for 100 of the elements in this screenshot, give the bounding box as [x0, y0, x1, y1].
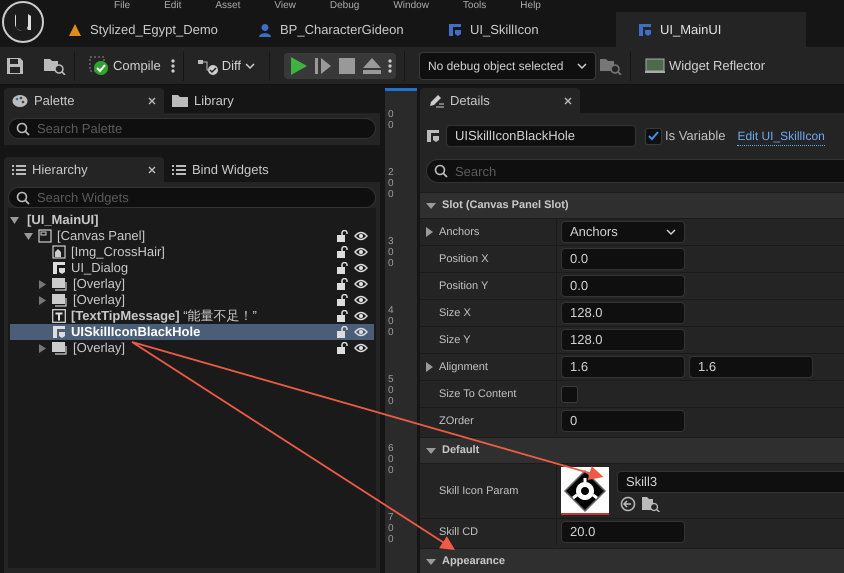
save-icon[interactable]	[6, 56, 24, 74]
menu-item[interactable]: Edit	[164, 0, 182, 12]
property-label: Skill CD	[439, 524, 478, 540]
property-label: Alignment	[439, 360, 488, 375]
widget-icon	[448, 22, 462, 36]
number-field[interactable]: 128.0	[561, 329, 685, 351]
property-label: Size Y	[439, 332, 471, 348]
number-field[interactable]: 1.6	[561, 356, 685, 378]
lock-icon[interactable]	[337, 230, 348, 242]
tree-row[interactable]: [Canvas Panel]	[10, 228, 374, 244]
document-tab[interactable]: UI_SkillIcon	[426, 12, 616, 47]
close-icon[interactable]	[148, 166, 156, 174]
overlay-icon	[52, 342, 68, 354]
folder-search-icon[interactable]	[642, 496, 660, 512]
diff-button[interactable]: Diff	[192, 52, 261, 80]
lock-icon[interactable]	[337, 246, 348, 258]
menu-item[interactable]: Help	[520, 0, 541, 12]
eye-icon[interactable]	[354, 247, 368, 257]
tree-row[interactable]: [Img_CrossHair]	[10, 244, 374, 260]
widget-reflector-button[interactable]: Widget Reflector	[638, 52, 772, 80]
folder-search-icon[interactable]	[44, 56, 66, 74]
more-icon[interactable]	[388, 58, 392, 72]
number-field[interactable]: 128.0	[561, 302, 685, 324]
list-icon	[172, 164, 186, 176]
property-label: Position X	[439, 252, 489, 267]
panel-tab[interactable]: Palette	[4, 88, 164, 113]
panel-tab[interactable]: Hierarchy	[4, 157, 164, 182]
text-icon	[52, 309, 66, 323]
eye-icon[interactable]	[354, 295, 368, 305]
lock-icon[interactable]	[337, 310, 348, 322]
collapsed-arrow-icon[interactable]	[38, 344, 47, 352]
ruler-label: 700	[388, 512, 395, 545]
widget-icon	[52, 261, 66, 275]
more-icon[interactable]	[170, 58, 175, 72]
tree-row[interactable]: [Overlay]	[10, 340, 374, 356]
size-to-content-checkbox[interactable]	[561, 386, 578, 402]
pencil-icon	[428, 94, 444, 108]
caret-icon	[576, 62, 587, 70]
panel-tab[interactable]: Details	[420, 88, 580, 113]
menu-item[interactable]: Tools	[462, 0, 486, 12]
property-label: ZOrder	[439, 414, 474, 429]
section-header[interactable]: Default	[420, 437, 844, 463]
eye-icon[interactable]	[354, 311, 368, 321]
expanded-arrow-icon	[426, 202, 436, 210]
checkmark-icon	[648, 131, 659, 141]
edit-link[interactable]: Edit UI_SkillIcon	[737, 126, 825, 146]
property-label: Size To Content	[439, 386, 516, 402]
tree-row[interactable]: [Overlay]	[10, 276, 374, 292]
number-field[interactable]: 0.0	[561, 248, 685, 270]
debug-object-dropdown[interactable]: No debug object selected	[418, 52, 596, 80]
folder-search-icon[interactable]	[600, 56, 622, 74]
number-field[interactable]: 20.0	[561, 521, 685, 543]
is-variable-checkbox[interactable]	[645, 128, 662, 144]
tree-row[interactable]: [UI_MainUI]	[10, 212, 374, 228]
lock-icon[interactable]	[337, 262, 348, 274]
asset-dropdown[interactable]: Skill3	[617, 470, 844, 492]
close-icon[interactable]	[564, 96, 572, 104]
search-field[interactable]: Search	[426, 159, 844, 183]
section-header[interactable]: Appearance	[420, 548, 844, 573]
collapsed-arrow-icon[interactable]	[426, 362, 433, 372]
tree-row[interactable]: [Overlay]	[10, 292, 374, 308]
close-icon[interactable]	[148, 96, 156, 104]
use-selected-icon[interactable]	[620, 496, 636, 512]
dropdown[interactable]: Anchors	[561, 221, 685, 243]
step-icon[interactable]	[314, 56, 332, 76]
eye-icon[interactable]	[354, 263, 368, 273]
menu-item[interactable]: File	[114, 0, 130, 12]
menu-item[interactable]: Debug	[330, 0, 360, 12]
lock-icon[interactable]	[337, 278, 348, 290]
tree-row[interactable]: UI_Dialog	[10, 260, 374, 276]
overlay-icon	[52, 278, 68, 290]
tree-row[interactable]: [TextTipMessage] “能量不足！”	[10, 308, 374, 324]
menu-item[interactable]: View	[274, 0, 296, 12]
document-tab[interactable]: UI_MainUI	[616, 12, 806, 47]
eye-icon[interactable]	[354, 231, 368, 241]
collapsed-arrow-icon[interactable]	[426, 227, 433, 237]
eject-icon[interactable]	[362, 56, 382, 74]
eye-icon[interactable]	[354, 279, 368, 289]
search-icon	[16, 190, 30, 204]
search-field[interactable]: Search Widgets	[8, 187, 376, 208]
ruler-label: 500	[388, 374, 395, 407]
stop-icon[interactable]	[338, 56, 356, 74]
menu-item[interactable]: Asset	[215, 0, 240, 12]
document-tab[interactable]: BP_CharacterGideon	[236, 12, 426, 47]
ruler-label: 200	[388, 167, 395, 200]
number-field[interactable]: 1.6	[689, 356, 813, 378]
section-header[interactable]: Slot (Canvas Panel Slot)	[420, 192, 844, 218]
eye-icon[interactable]	[354, 343, 368, 353]
caret-icon	[666, 228, 676, 236]
menu-item[interactable]: Window	[393, 0, 429, 12]
number-field[interactable]: 0	[561, 410, 685, 432]
lock-icon[interactable]	[337, 294, 348, 306]
widget-icon	[52, 325, 66, 339]
lock-icon[interactable]	[337, 342, 348, 354]
number-field[interactable]: 0.0	[561, 275, 685, 297]
search-field[interactable]: Search Palette	[8, 118, 376, 139]
name-field[interactable]: UISkillIconBlackHole	[446, 125, 636, 147]
expanded-arrow-icon	[426, 558, 436, 566]
compile-button[interactable]: Compile	[83, 52, 167, 80]
document-tab[interactable]: Stylized_Egypt_Demo	[46, 12, 236, 47]
